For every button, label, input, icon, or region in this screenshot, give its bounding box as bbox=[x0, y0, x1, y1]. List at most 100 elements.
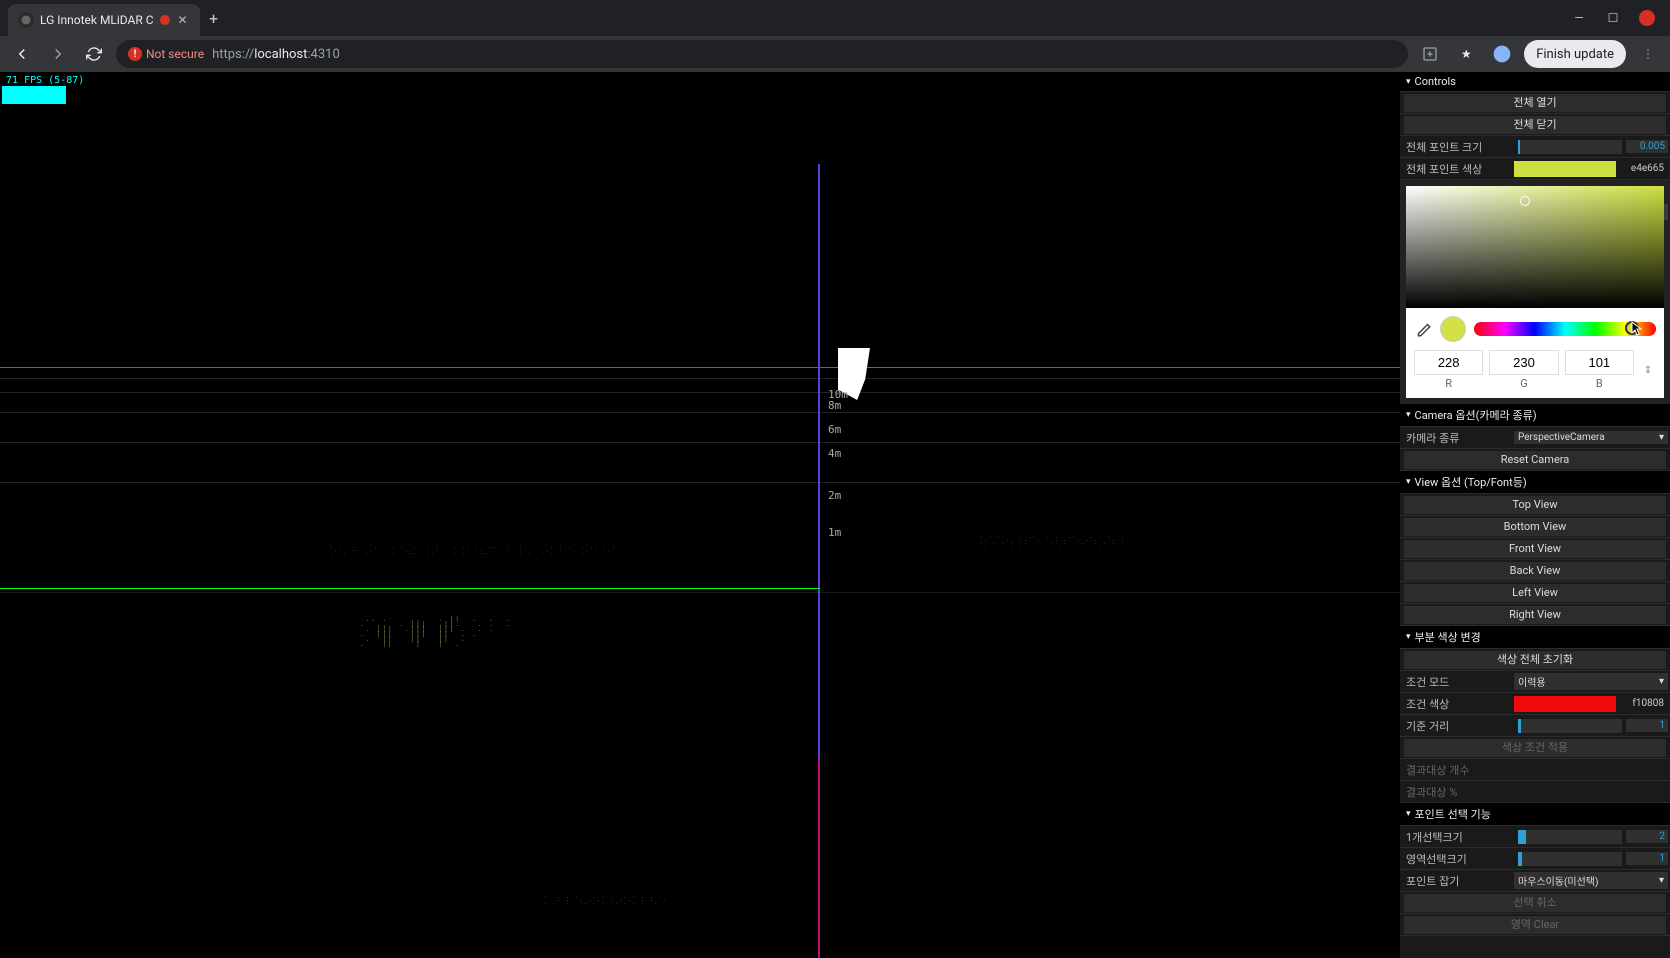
single-sel-label: 1개선택크기 bbox=[1402, 829, 1514, 845]
ruler-label: 1m bbox=[828, 526, 841, 539]
point-snap-label: 포인트 잡기 bbox=[1402, 873, 1514, 889]
fps-graph bbox=[2, 86, 66, 104]
point-size-label: 전체 포인트 크기 bbox=[1402, 139, 1514, 155]
partial-color-folder[interactable]: 부분 색상 변경 bbox=[1400, 626, 1670, 649]
finish-update-button[interactable]: Finish update bbox=[1524, 40, 1626, 68]
camera-type-label: 카메라 종류 bbox=[1402, 430, 1514, 446]
point-cloud: . . . . . . . . . . . . . . . . . . . . … bbox=[540, 892, 800, 907]
view-button[interactable]: Right View bbox=[1404, 606, 1666, 624]
ruler-label: 6m bbox=[828, 423, 841, 436]
grid-line bbox=[0, 482, 1400, 483]
rgb-g-label: G bbox=[1489, 377, 1558, 390]
view-button[interactable]: Left View bbox=[1404, 584, 1666, 602]
profile-avatar[interactable] bbox=[1488, 40, 1516, 68]
axis-x bbox=[0, 588, 820, 589]
chevron-down-icon: ▾ bbox=[1659, 875, 1664, 886]
view-button[interactable]: Front View bbox=[1404, 540, 1666, 558]
rgb-r-input[interactable] bbox=[1414, 350, 1483, 375]
grid-line bbox=[0, 592, 1400, 593]
rgb-b-input[interactable] bbox=[1565, 350, 1634, 375]
camera-folder[interactable]: Camera 옵션(카메라 종류) bbox=[1400, 404, 1670, 427]
point-cloud: .. . .. . || . . . . .. . ||| .||. . . .… bbox=[360, 612, 780, 652]
point-select-folder[interactable]: 포인트 선택 기능 bbox=[1400, 803, 1670, 826]
browser-tab[interactable]: LG Innotek MLiDAR C ✕ bbox=[8, 4, 200, 36]
cond-color-label: 조건 색상 bbox=[1402, 696, 1514, 712]
mouse-cursor-icon bbox=[1631, 321, 1643, 337]
favicon-icon bbox=[18, 12, 34, 28]
color-picker: 2 bbox=[1400, 180, 1670, 404]
point-size-value[interactable]: 0.005 bbox=[1626, 140, 1668, 153]
point-color-row: 전체 포인트 색상 e4e665 bbox=[1400, 158, 1670, 180]
warning-icon: ! bbox=[128, 47, 142, 61]
base-dist-value[interactable]: 1 bbox=[1626, 719, 1668, 732]
reset-camera-button[interactable]: Reset Camera bbox=[1404, 451, 1666, 469]
chevron-down-icon: ▾ bbox=[1659, 432, 1664, 443]
point-color-label: 전체 포인트 색상 bbox=[1402, 161, 1514, 177]
cond-color-hex: f10808 bbox=[1620, 698, 1668, 709]
cond-color-swatch[interactable] bbox=[1514, 696, 1616, 712]
single-sel-value[interactable]: 2 bbox=[1626, 830, 1668, 843]
single-sel-slider[interactable] bbox=[1518, 830, 1622, 844]
address-bar[interactable]: ! Not secure https://localhost:4310 bbox=[116, 40, 1408, 68]
content-area: 71 FPS (5-87) 10m8m6m4m2m1m . . . . . . … bbox=[0, 72, 1670, 958]
navbar: ! Not secure https://localhost:4310 ★ Fi… bbox=[0, 36, 1670, 72]
apply-cond-button[interactable]: 색상 조건 적용 bbox=[1404, 739, 1666, 757]
security-warning[interactable]: ! Not secure bbox=[128, 47, 204, 61]
point-size-slider[interactable] bbox=[1518, 140, 1622, 154]
reload-button[interactable] bbox=[80, 40, 108, 68]
region-clear-button[interactable]: 영역 Clear bbox=[1404, 916, 1666, 934]
back-button[interactable] bbox=[8, 40, 36, 68]
point-snap-select[interactable]: 마우스이동(미선택)▾ bbox=[1514, 872, 1668, 889]
point-color-swatch[interactable] bbox=[1514, 161, 1616, 177]
tab-close-button[interactable]: ✕ bbox=[176, 13, 190, 27]
result-count-label: 결과대상 개수 bbox=[1402, 762, 1514, 778]
bookmark-star-icon[interactable]: ★ bbox=[1452, 40, 1480, 68]
cond-mode-select[interactable]: 이력용▾ bbox=[1514, 673, 1668, 690]
grid-line bbox=[0, 442, 1400, 443]
grid-line bbox=[0, 412, 1400, 413]
point-cloud: . . . . .. . . .. . . . . . . .. . . . .… bbox=[980, 532, 1300, 550]
camera-type-select[interactable]: PerspectiveCamera▾ bbox=[1514, 431, 1668, 444]
3d-viewport[interactable]: 71 FPS (5-87) 10m8m6m4m2m1m . . . . . . … bbox=[0, 72, 1400, 958]
area-sel-label: 영역선택크기 bbox=[1402, 851, 1514, 867]
current-color-swatch bbox=[1440, 316, 1466, 342]
new-tab-button[interactable]: + bbox=[200, 9, 228, 28]
axis-y bbox=[818, 164, 820, 958]
close-all-button[interactable]: 전체 닫기 bbox=[1404, 116, 1666, 134]
cancel-selection-button[interactable]: 선택 취소 bbox=[1404, 894, 1666, 912]
view-button[interactable]: Top View bbox=[1404, 496, 1666, 514]
open-all-button[interactable]: 전체 열기 bbox=[1404, 94, 1666, 112]
view-folder[interactable]: View 옵션 (Top/Font등) bbox=[1400, 471, 1670, 494]
view-button[interactable]: Bottom View bbox=[1404, 518, 1666, 536]
grid-line bbox=[0, 378, 1400, 379]
window-minimize-button[interactable]: — bbox=[1564, 6, 1594, 30]
point-color-hex: e4e665 bbox=[1620, 163, 1668, 174]
area-sel-slider[interactable] bbox=[1518, 852, 1622, 866]
grid-line bbox=[0, 392, 1400, 393]
sv-cursor[interactable] bbox=[1520, 196, 1530, 206]
chevron-down-icon: ▾ bbox=[1659, 676, 1664, 687]
horizon-line bbox=[0, 367, 1400, 368]
rgb-g-input[interactable] bbox=[1489, 350, 1558, 375]
cond-mode-label: 조건 모드 bbox=[1402, 674, 1514, 690]
controls-folder[interactable]: Controls bbox=[1400, 72, 1670, 92]
point-size-row: 전체 포인트 크기 0.005 bbox=[1400, 136, 1670, 158]
base-dist-slider[interactable] bbox=[1518, 719, 1622, 733]
eyedropper-icon[interactable] bbox=[1414, 320, 1432, 338]
saturation-value-area[interactable] bbox=[1406, 186, 1664, 308]
install-pwa-icon[interactable] bbox=[1416, 40, 1444, 68]
color-format-toggle[interactable]: ⇕ bbox=[1640, 365, 1656, 376]
base-dist-label: 기준 거리 bbox=[1402, 718, 1514, 734]
result-pct-label: 결과대상 % bbox=[1402, 784, 1514, 800]
rgb-r-label: R bbox=[1414, 377, 1483, 390]
window-close-button[interactable] bbox=[1632, 6, 1662, 30]
color-reset-button[interactable]: 색상 전체 초기화 bbox=[1404, 651, 1666, 669]
window-maximize-button[interactable]: ☐ bbox=[1598, 6, 1628, 30]
hue-slider[interactable] bbox=[1474, 322, 1656, 336]
view-button[interactable]: Back View bbox=[1404, 562, 1666, 580]
ruler-label: 8m bbox=[828, 399, 841, 412]
area-sel-value[interactable]: 1 bbox=[1626, 852, 1668, 865]
menu-icon[interactable]: ⋮ bbox=[1634, 40, 1662, 68]
forward-button[interactable] bbox=[44, 40, 72, 68]
control-panel: Controls 전체 열기 전체 닫기 전체 포인트 크기 0.005 전체 … bbox=[1400, 72, 1670, 958]
